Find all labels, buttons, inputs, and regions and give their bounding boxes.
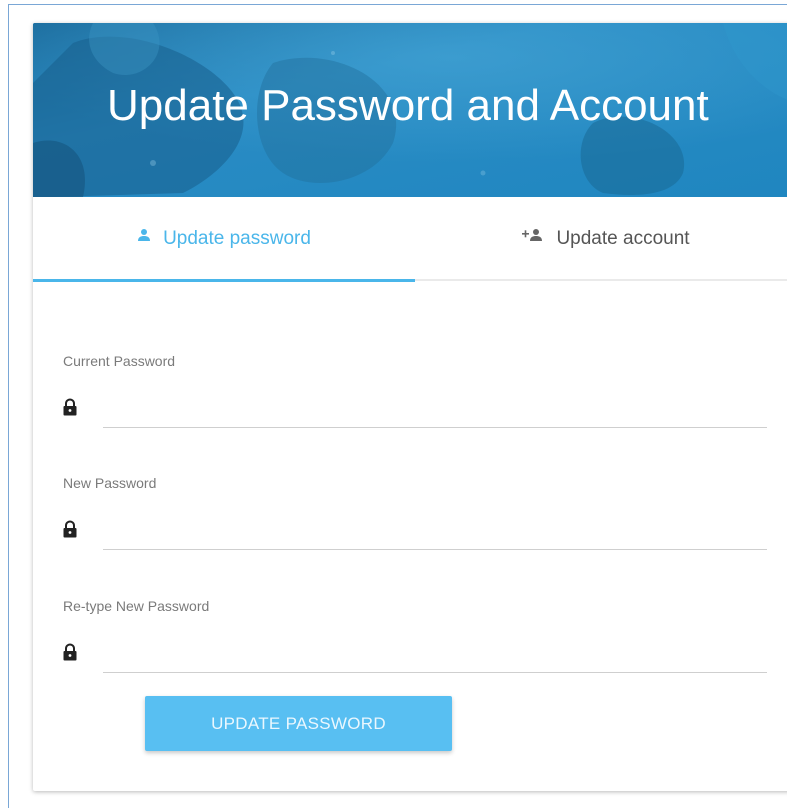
header-banner: Update Password and Account (33, 23, 787, 197)
retype-password-label: Re-type New Password (63, 598, 210, 614)
retype-password-input[interactable] (103, 641, 767, 673)
new-password-label: New Password (63, 475, 157, 491)
person-icon (137, 226, 151, 248)
tab-bar: Update password Update account (33, 197, 787, 281)
current-password-label: Current Password (63, 353, 176, 369)
page-frame: Update Password and Account Update passw… (8, 4, 787, 808)
page-title: Update Password and Account (107, 81, 709, 130)
lock-icon (63, 520, 77, 538)
new-password-input[interactable] (103, 518, 767, 550)
tab-update-account-label: Update account (556, 228, 690, 249)
active-tab-indicator (33, 279, 415, 282)
current-password-input[interactable] (103, 396, 767, 428)
update-password-button[interactable]: UPDATE PASSWORD (145, 696, 452, 751)
person-add-icon (522, 226, 544, 248)
lock-icon (63, 643, 77, 661)
tab-update-password-label: Update password (163, 228, 311, 249)
tab-update-account[interactable]: Update account (415, 197, 787, 281)
update-card: Update Password and Account Update passw… (33, 23, 787, 791)
lock-icon (63, 398, 77, 416)
tab-update-password[interactable]: Update password (33, 197, 415, 281)
